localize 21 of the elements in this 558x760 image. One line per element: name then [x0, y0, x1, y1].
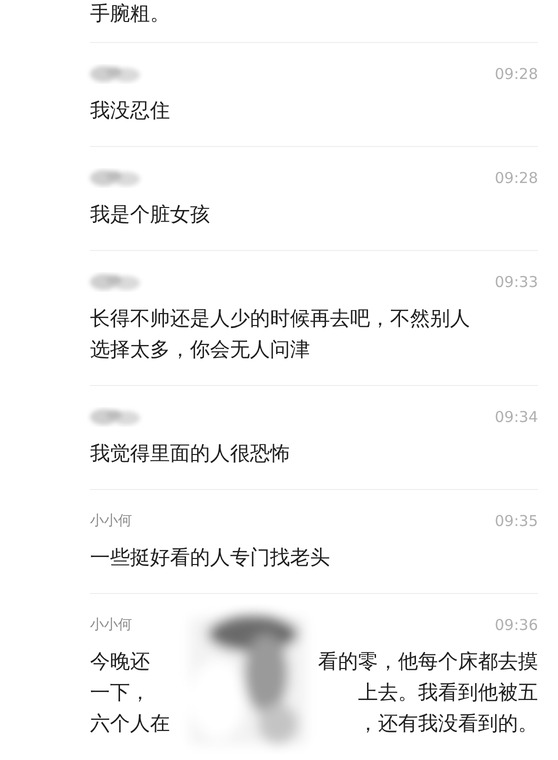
comment-time: 09:36 [494, 616, 538, 634]
comment-text: 长得不帅还是人少的时候再去吧，不然别人 [90, 305, 470, 332]
comment-text: 一下， [90, 679, 150, 706]
comment-time: 09:34 [494, 408, 538, 426]
comment-text: 一些挺好看的人专门找老头 [90, 544, 330, 571]
comment-text: 手腕粗。 [90, 0, 170, 26]
comment-text: 我是个脏女孩 [90, 201, 210, 228]
commenter-name: 小小何 [90, 512, 132, 530]
comment-text: 六个人在 [90, 710, 170, 737]
comment-text: ，还有我没看到的。 [358, 710, 538, 737]
comment-text: 我没忍住 [90, 97, 170, 124]
comment-text: 选择太多，你会无人问津 [90, 336, 310, 363]
comment-time: 09:35 [494, 512, 538, 530]
comment-text: 看的零，他每个床都去摸 [318, 648, 538, 675]
comment-time: 09:33 [494, 273, 538, 291]
comment-time: 09:28 [494, 65, 538, 83]
comment-text: 上去。我看到他被五 [358, 679, 538, 706]
comment-time: 09:28 [494, 169, 538, 187]
commenter-name: 小小何 [90, 616, 132, 634]
comment-text: 今晚还 [90, 648, 150, 675]
comment-text: 我觉得里面的人很恐怖 [90, 440, 290, 467]
